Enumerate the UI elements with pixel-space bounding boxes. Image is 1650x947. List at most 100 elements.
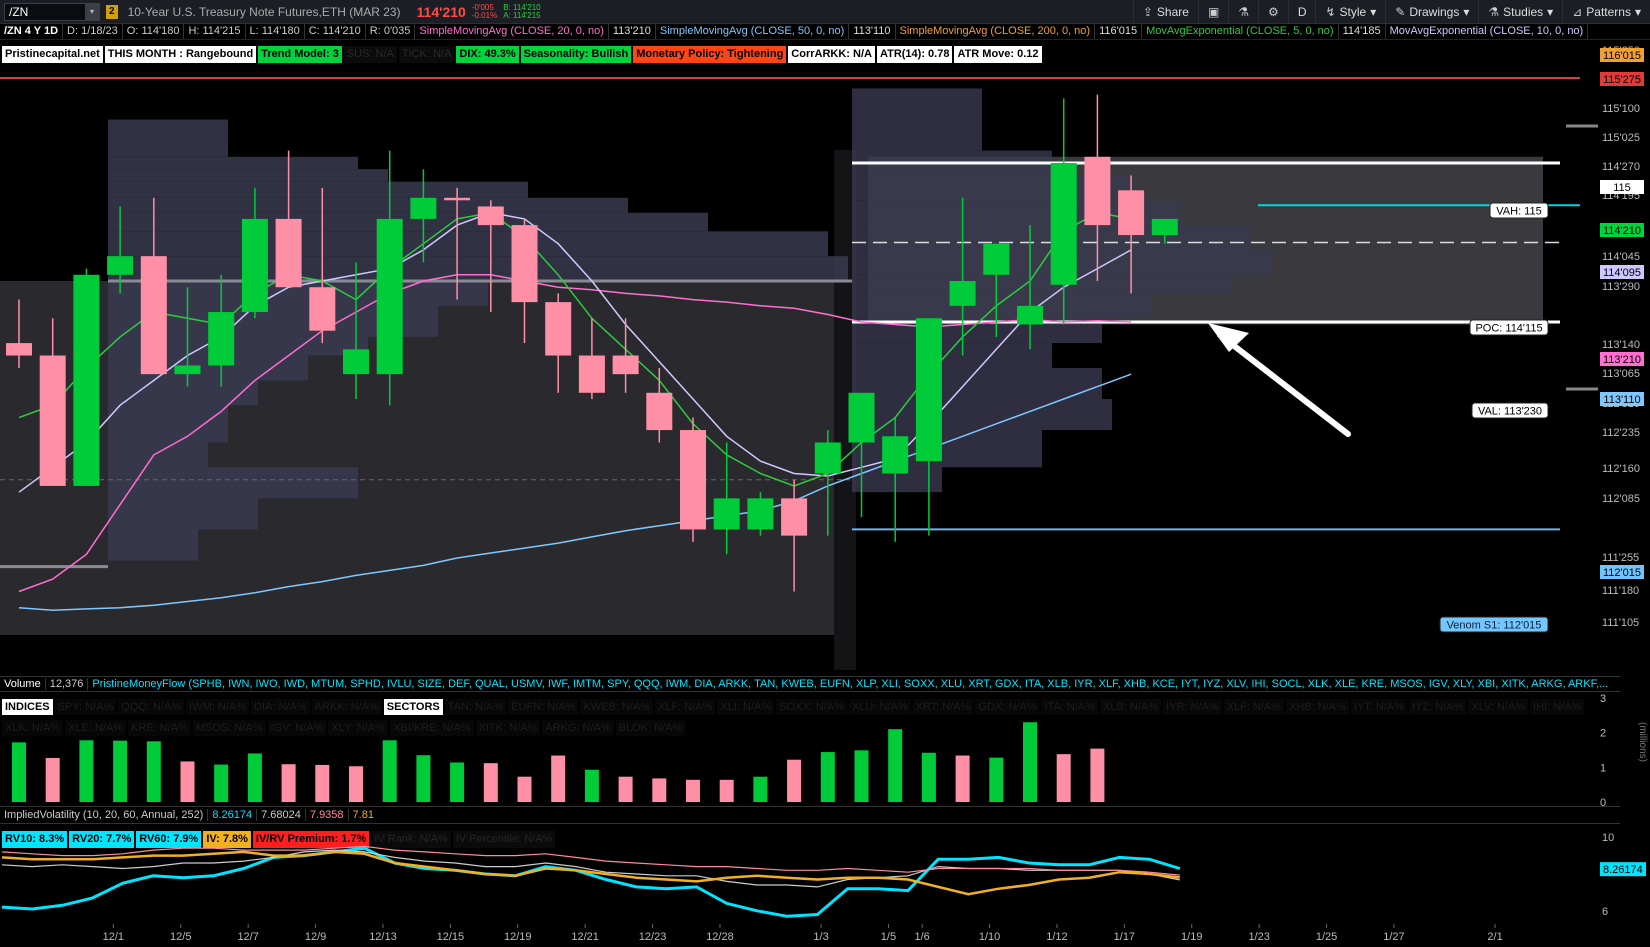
price-axis: 115'250115'175115'100115'025114'270114'1…: [1600, 45, 1644, 629]
candle-body: [983, 243, 1010, 275]
date-tick: 1/19: [1181, 931, 1202, 943]
share-button[interactable]: ⇪ Share: [1132, 0, 1198, 24]
candle-body: [612, 355, 639, 375]
volume-bar: [146, 741, 161, 802]
profile-bar: [108, 467, 358, 499]
volume-bar: [12, 742, 26, 802]
date-tick: 1/3: [813, 931, 828, 943]
date-tick: 1/10: [979, 931, 1000, 943]
volume-bar: [787, 759, 802, 802]
interval-button[interactable]: D: [1287, 0, 1316, 24]
patterns-button[interactable]: ⊿ Patterns ▾: [1562, 0, 1650, 24]
vah-label: VAH: 115: [1496, 206, 1541, 218]
profile-bar: [108, 380, 258, 406]
price-badge: 115: [1613, 182, 1631, 194]
chevron-down-icon: ▾: [1463, 5, 1470, 19]
price-chart[interactable]: VAH: 115 POC: 114'115 VAL: 113'230 Venom S1…: [0, 40, 1650, 670]
symbol-dropdown-icon[interactable]: ▾: [85, 3, 99, 20]
candle-body: [747, 498, 774, 530]
study-legend-value: 113'110: [849, 24, 896, 39]
candle-body: [309, 287, 336, 331]
candle-body: [410, 197, 437, 219]
candle-body: [646, 392, 673, 431]
ohlc-date: D: 1/18/23: [63, 24, 123, 39]
volume-bar: [517, 776, 532, 802]
iv-values: 8.26174 7.68024 7.9358 7.81: [207, 809, 378, 821]
volume-bar: [1090, 748, 1105, 802]
iv-chart[interactable]: 10 8.26174 6: [0, 824, 1650, 924]
candle-body: [174, 365, 201, 375]
volume-bar: [247, 753, 262, 802]
ohlc-high: H: 114'215: [184, 24, 246, 39]
profile-bar: [108, 355, 308, 381]
date-tick: 1/27: [1383, 931, 1404, 943]
volume-profile: [0, 88, 1543, 670]
study-legend-item[interactable]: MovAvgExponential (CLOSE, 10, 0, no): [1386, 24, 1589, 39]
profile-bar: [108, 119, 228, 157]
profile-bar: [852, 399, 1112, 431]
iv-axis: 10 8.26174 6: [1600, 832, 1646, 918]
link-badge[interactable]: 2: [106, 4, 118, 19]
flex-grid-button[interactable]: ▣: [1197, 0, 1228, 24]
price-tick: 111'105: [1602, 617, 1639, 629]
price-badge: 114'210: [1603, 225, 1641, 237]
candle-body: [208, 312, 235, 366]
volume-bar: [315, 764, 330, 802]
iv-title: ImpliedVolatility (10, 20, 60, Annual, 2…: [4, 809, 204, 821]
profile-bar: [108, 197, 628, 213]
study-legend-item[interactable]: SimpleMovingAvg (CLOSE, 20, 0, no): [415, 24, 609, 39]
venom-label: Venom S1: 112'015: [1447, 620, 1542, 632]
volume-bar: [989, 757, 1004, 802]
candle-body: [1084, 156, 1111, 226]
settings-button[interactable]: ⚙: [1258, 0, 1288, 24]
iv-tick: 10: [1602, 832, 1614, 844]
study-legend-value: 113'210: [609, 24, 656, 39]
study-legend-item[interactable]: SimpleMovingAvg (CLOSE, 200, 0, no): [896, 24, 1096, 39]
volume-bar: [584, 769, 599, 802]
volume-tick: 0: [1600, 797, 1606, 806]
study-legend-item[interactable]: SimpleMovingAvg (CLOSE, 50, 0, no): [656, 24, 850, 39]
iv-tick: 6: [1602, 906, 1608, 918]
volume-bar: [618, 776, 633, 802]
date-tick: 1/5: [881, 931, 896, 943]
patterns-icon: ⊿: [1572, 5, 1583, 19]
profile-bar: [852, 274, 1232, 294]
volume-bar: [180, 761, 195, 802]
volume-bar: [551, 755, 566, 802]
iv-lines: [1, 845, 1181, 918]
chevron-down-icon: ▾: [1370, 5, 1377, 19]
moneyflow-label: PristineMoneyFlow (SPHB, IWN, IWO, IWD, …: [87, 678, 1612, 690]
candle-body: [444, 197, 471, 201]
volume-bar: [113, 740, 128, 802]
top-toolbar: /ZN ▾ 2 10-Year U.S. Treasury Note Future…: [0, 0, 1650, 24]
price-tick: 115'100: [1602, 103, 1640, 115]
study-legend-item[interactable]: MovAvgExponential (CLOSE, 5, 0, no): [1142, 24, 1339, 39]
chart-grid-icon: ▣: [1207, 5, 1220, 19]
drawings-button[interactable]: ✎ Drawings ▾: [1385, 0, 1478, 24]
volume-tick: 3: [1600, 693, 1606, 705]
instrument-description: 10-Year U.S. Treasury Note Futures,ETH (…: [127, 4, 401, 19]
iv-value: 7.9358: [304, 809, 348, 821]
candle-body: [140, 256, 167, 375]
price-tick: 113'140: [1602, 339, 1640, 351]
date-tick: 12/28: [706, 931, 734, 943]
style-button[interactable]: ↯ Style ▾: [1315, 0, 1385, 24]
volume-chart[interactable]: 3 2 1 0 (millions): [0, 692, 1650, 806]
candle-body: [477, 206, 504, 226]
profile-bar: [108, 169, 388, 182]
study-legend-value: 114'185: [1339, 24, 1386, 39]
candle-body: [680, 430, 706, 530]
studies-button[interactable]: ⚗ Studies ▾: [1478, 0, 1562, 24]
studies-flask-button[interactable]: ⚗: [1228, 0, 1258, 24]
candle-body: [713, 498, 740, 530]
price-tick: 111'180: [1602, 585, 1639, 597]
volume-tick: 1: [1600, 762, 1606, 774]
study-legend-bar: /ZN 4 Y 1D D: 1/18/23 O: 114'180 H: 114'…: [0, 24, 1650, 40]
date-tick: 12/7: [237, 931, 258, 943]
volume-bar: [349, 766, 363, 802]
iv-series-rv10: [1, 846, 1181, 918]
profile-bar: [108, 442, 208, 468]
price-badge: 112'015: [1603, 567, 1641, 579]
chevron-down-icon: ▾: [1547, 5, 1554, 19]
symbol-input[interactable]: /ZN ▾: [4, 2, 100, 21]
